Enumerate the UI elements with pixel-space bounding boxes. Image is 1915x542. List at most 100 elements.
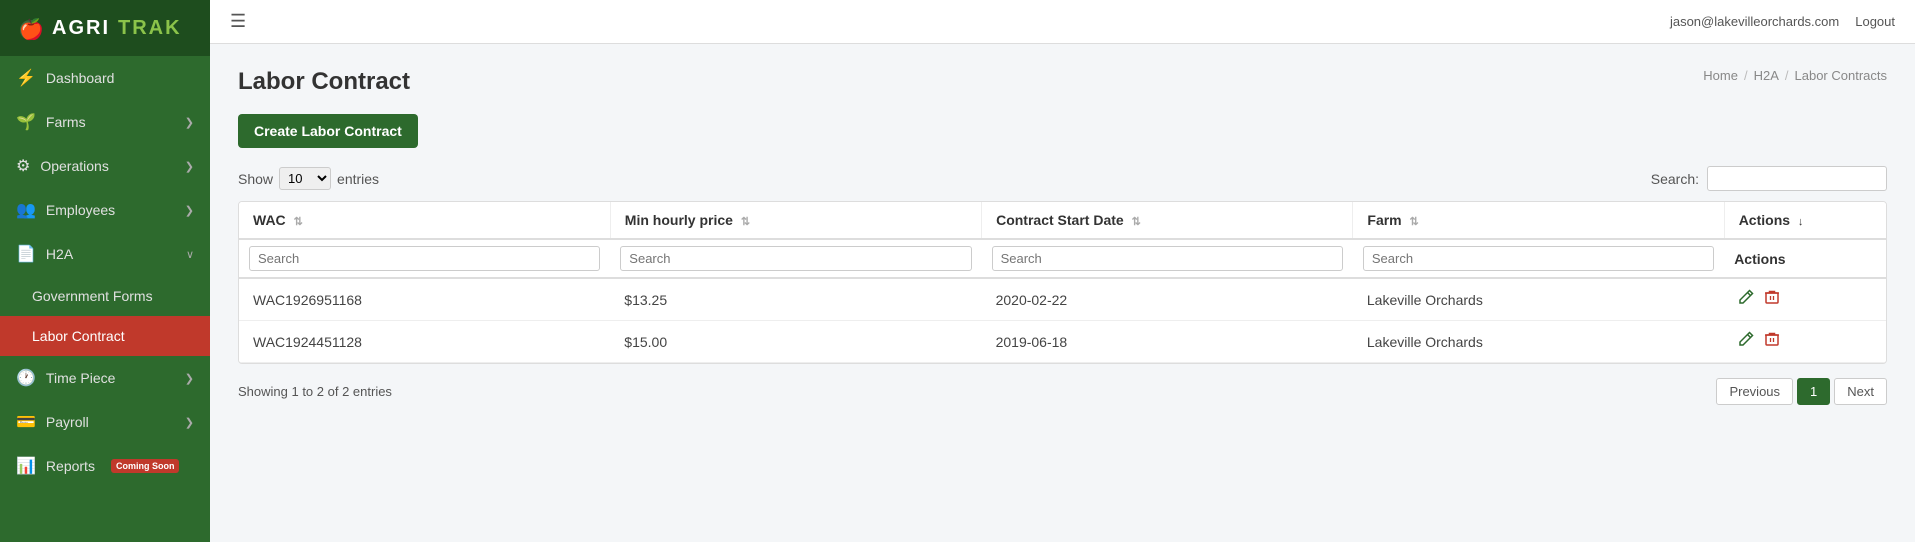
showing-entries: Showing 1 to 2 of 2 entries (238, 384, 392, 399)
entries-label: entries (337, 171, 379, 187)
delete-icon-2 (1764, 331, 1780, 347)
th-farm[interactable]: Farm ⇅ (1353, 202, 1724, 239)
th-wac-sort: ⇅ (294, 216, 303, 228)
th-date-sort: ⇅ (1132, 216, 1141, 228)
th-min-hourly-price[interactable]: Min hourly price ⇅ (610, 202, 981, 239)
sidebar-item-dashboard[interactable]: ⚡ Dashboard (0, 56, 210, 100)
th-actions-label: Actions (1739, 212, 1790, 228)
edit-icon-2 (1738, 331, 1754, 347)
th-wac[interactable]: WAC ⇅ (239, 202, 610, 239)
delete-button-2[interactable] (1764, 331, 1780, 352)
create-labor-contract-button[interactable]: Create Labor Contract (238, 114, 418, 148)
topbar-right: jason@lakevilleorchards.com Logout (1670, 14, 1895, 29)
show-label: Show (238, 171, 273, 187)
app-name: AGRI (52, 17, 110, 40)
sidebar-label-time-piece: Time Piece (46, 370, 116, 386)
logout-button[interactable]: Logout (1855, 14, 1895, 29)
cell-date-2: 2019-06-18 (982, 321, 1353, 363)
app-name2: TRAK (118, 17, 182, 40)
cell-min-price-1: $13.25 (610, 278, 981, 321)
sidebar-label-labor-contract: Labor Contract (32, 328, 125, 344)
sidebar-label-farms: Farms (46, 114, 86, 130)
page-1-button[interactable]: 1 (1797, 378, 1830, 405)
action-buttons-1 (1738, 289, 1872, 310)
cell-wac-1: WAC1926951168 (239, 278, 610, 321)
th-contract-start-date-label: Contract Start Date (996, 212, 1124, 228)
hamburger-menu[interactable]: ☰ (230, 11, 246, 32)
breadcrumb-home[interactable]: Home (1703, 68, 1738, 83)
th-actions: Actions ↓ (1724, 202, 1886, 239)
svg-text:🍎: 🍎 (19, 17, 44, 41)
th-farm-label: Farm (1367, 212, 1401, 228)
actions-header-cell: Actions (1724, 239, 1886, 278)
th-farm-sort: ⇅ (1410, 216, 1419, 228)
content-area: Labor Contract Home / H2A / Labor Contra… (210, 44, 1915, 542)
th-contract-start-date[interactable]: Contract Start Date ⇅ (982, 202, 1353, 239)
payroll-icon: 💳 (16, 412, 36, 432)
sidebar-item-reports[interactable]: 📊 Reports Coming Soon (0, 444, 210, 488)
cell-actions-1 (1724, 278, 1886, 321)
h2a-icon: 📄 (16, 244, 36, 264)
delete-button-1[interactable] (1764, 289, 1780, 310)
user-email: jason@lakevilleorchards.com (1670, 14, 1839, 29)
show-entries: Show 10 25 50 100 entries (238, 167, 379, 190)
farms-arrow: ❯ (185, 116, 194, 129)
table-row: WAC1924451128 $15.00 2019-06-18 Lakevill… (239, 321, 1886, 363)
search-global-input[interactable] (1707, 166, 1887, 191)
cell-min-price-2: $15.00 (610, 321, 981, 363)
operations-arrow: ❯ (185, 160, 194, 173)
labor-contracts-table: WAC ⇅ Min hourly price ⇅ Contract Start … (239, 202, 1886, 363)
table-header-row: WAC ⇅ Min hourly price ⇅ Contract Start … (239, 202, 1886, 239)
delete-icon-1 (1764, 289, 1780, 305)
th-wac-label: WAC (253, 212, 286, 228)
edit-button-2[interactable] (1738, 331, 1754, 352)
breadcrumb-sep1: / (1744, 68, 1748, 83)
dashboard-icon: ⚡ (16, 68, 36, 88)
column-search-row: Actions (239, 239, 1886, 278)
operations-icon: ⚙ (16, 156, 30, 176)
breadcrumb: Home / H2A / Labor Contracts (1703, 68, 1887, 83)
sidebar-item-time-piece[interactable]: 🕐 Time Piece ❯ (0, 356, 210, 400)
sidebar-item-government-forms[interactable]: Government Forms (0, 276, 210, 316)
sidebar-label-employees: Employees (46, 202, 115, 218)
search-cell-date (982, 239, 1353, 278)
cell-farm-1: Lakeville Orchards (1353, 278, 1724, 321)
timepiece-icon: 🕐 (16, 368, 36, 388)
search-cell-farm (1353, 239, 1724, 278)
sidebar-item-h2a[interactable]: 📄 H2A ∨ (0, 232, 210, 276)
cell-date-1: 2020-02-22 (982, 278, 1353, 321)
sidebar-item-employees[interactable]: 👥 Employees ❯ (0, 188, 210, 232)
table-row: WAC1926951168 $13.25 2020-02-22 Lakevill… (239, 278, 1886, 321)
breadcrumb-h2a[interactable]: H2A (1754, 68, 1779, 83)
sidebar-label-dashboard: Dashboard (46, 70, 115, 86)
entries-select[interactable]: 10 25 50 100 (279, 167, 331, 190)
search-farm-input[interactable] (1363, 246, 1714, 271)
sidebar-item-farms[interactable]: 🌱 Farms ❯ (0, 100, 210, 144)
th-min-price-sort: ⇅ (741, 216, 750, 228)
table-wrapper: WAC ⇅ Min hourly price ⇅ Contract Start … (238, 201, 1887, 364)
actions-header-text: Actions (1734, 251, 1785, 267)
sidebar-label-reports: Reports (46, 458, 95, 474)
page-title: Labor Contract (238, 68, 410, 96)
next-button[interactable]: Next (1834, 378, 1887, 405)
reports-icon: 📊 (16, 456, 36, 476)
payroll-arrow: ❯ (185, 416, 194, 429)
edit-button-1[interactable] (1738, 289, 1754, 310)
search-wac-input[interactable] (249, 246, 600, 271)
previous-button[interactable]: Previous (1716, 378, 1793, 405)
sidebar-item-labor-contract[interactable]: Labor Contract (0, 316, 210, 356)
search-min-price-input[interactable] (620, 246, 971, 271)
search-cell-min-price (610, 239, 981, 278)
sidebar-label-government-forms: Government Forms (32, 288, 153, 304)
search-date-input[interactable] (992, 246, 1343, 271)
logo-icon: 🍎 (16, 14, 44, 42)
sidebar-item-payroll[interactable]: 💳 Payroll ❯ (0, 400, 210, 444)
sidebar-item-operations[interactable]: ⚙ Operations ❯ (0, 144, 210, 188)
main-area: ☰ jason@lakevilleorchards.com Logout Lab… (210, 0, 1915, 542)
search-cell-wac (239, 239, 610, 278)
cell-farm-2: Lakeville Orchards (1353, 321, 1724, 363)
search-global-label: Search: (1651, 171, 1699, 187)
global-search: Search: (1651, 166, 1887, 191)
sidebar-label-payroll: Payroll (46, 414, 89, 430)
action-buttons-2 (1738, 331, 1872, 352)
